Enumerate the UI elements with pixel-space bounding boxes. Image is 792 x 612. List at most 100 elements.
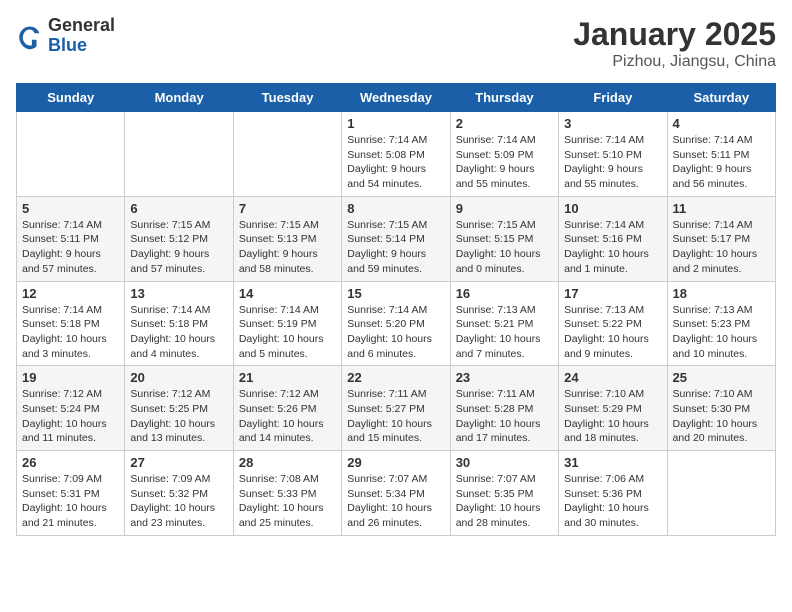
day-cell: 27 Sunrise: 7:09 AM Sunset: 5:32 PM Dayli… — [125, 451, 233, 536]
day-cell: 3 Sunrise: 7:14 AM Sunset: 5:10 PM Daylig… — [559, 112, 667, 197]
day-number: 29 — [347, 455, 444, 470]
day-number: 27 — [130, 455, 227, 470]
day-info: Sunrise: 7:12 AM Sunset: 5:25 PM Dayligh… — [130, 387, 227, 446]
calendar-title: January 2025 — [573, 16, 776, 53]
day-info: Sunrise: 7:15 AM Sunset: 5:13 PM Dayligh… — [239, 218, 336, 277]
day-cell: 25 Sunrise: 7:10 AM Sunset: 5:30 PM Dayli… — [667, 366, 775, 451]
week-row-0: 1 Sunrise: 7:14 AM Sunset: 5:08 PM Daylig… — [17, 112, 776, 197]
day-info: Sunrise: 7:08 AM Sunset: 5:33 PM Dayligh… — [239, 472, 336, 531]
day-number: 4 — [673, 116, 770, 131]
day-number: 18 — [673, 286, 770, 301]
day-number: 16 — [456, 286, 553, 301]
day-info: Sunrise: 7:14 AM Sunset: 5:18 PM Dayligh… — [22, 303, 119, 362]
day-cell: 16 Sunrise: 7:13 AM Sunset: 5:21 PM Dayli… — [450, 281, 558, 366]
day-info: Sunrise: 7:14 AM Sunset: 5:16 PM Dayligh… — [564, 218, 661, 277]
header-row: SundayMondayTuesdayWednesdayThursdayFrid… — [17, 84, 776, 112]
header-monday: Monday — [125, 84, 233, 112]
day-cell: 26Sunrise: 7:09 AM Sunset: 5:31 PM Dayli… — [17, 451, 125, 536]
day-number: 3 — [564, 116, 661, 131]
day-info: Sunrise: 7:14 AM Sunset: 5:11 PM Dayligh… — [673, 133, 770, 192]
day-number: 2 — [456, 116, 553, 131]
day-info: Sunrise: 7:14 AM Sunset: 5:09 PM Dayligh… — [456, 133, 553, 192]
day-info: Sunrise: 7:07 AM Sunset: 5:34 PM Dayligh… — [347, 472, 444, 531]
week-row-1: 5Sunrise: 7:14 AM Sunset: 5:11 PM Daylig… — [17, 196, 776, 281]
day-cell: 2 Sunrise: 7:14 AM Sunset: 5:09 PM Daylig… — [450, 112, 558, 197]
day-number: 31 — [564, 455, 661, 470]
day-number: 14 — [239, 286, 336, 301]
day-cell — [17, 112, 125, 197]
calendar-subtitle: Pizhou, Jiangsu, China — [573, 53, 776, 71]
day-cell: 31Sunrise: 7:06 AM Sunset: 5:36 PM Dayli… — [559, 451, 667, 536]
day-number: 9 — [456, 201, 553, 216]
day-info: Sunrise: 7:14 AM Sunset: 5:19 PM Dayligh… — [239, 303, 336, 362]
logo-text: General Blue — [48, 16, 115, 56]
day-info: Sunrise: 7:11 AM Sunset: 5:28 PM Dayligh… — [456, 387, 553, 446]
day-number: 1 — [347, 116, 444, 131]
day-number: 26 — [22, 455, 119, 470]
day-info: Sunrise: 7:11 AM Sunset: 5:27 PM Dayligh… — [347, 387, 444, 446]
day-number: 25 — [673, 370, 770, 385]
day-cell: 13Sunrise: 7:14 AM Sunset: 5:18 PM Dayli… — [125, 281, 233, 366]
day-info: Sunrise: 7:12 AM Sunset: 5:26 PM Dayligh… — [239, 387, 336, 446]
day-number: 8 — [347, 201, 444, 216]
day-info: Sunrise: 7:07 AM Sunset: 5:35 PM Dayligh… — [456, 472, 553, 531]
day-cell: 5Sunrise: 7:14 AM Sunset: 5:11 PM Daylig… — [17, 196, 125, 281]
day-cell: 11 Sunrise: 7:14 AM Sunset: 5:17 PM Dayli… — [667, 196, 775, 281]
day-cell: 19 Sunrise: 7:12 AM Sunset: 5:24 PM Dayli… — [17, 366, 125, 451]
day-number: 5 — [22, 201, 119, 216]
day-number: 17 — [564, 286, 661, 301]
day-number: 15 — [347, 286, 444, 301]
logo-icon — [16, 22, 44, 50]
week-row-4: 26Sunrise: 7:09 AM Sunset: 5:31 PM Dayli… — [17, 451, 776, 536]
page-header: General Blue January 2025 Pizhou, Jiangs… — [16, 16, 776, 71]
day-cell: 14 Sunrise: 7:14 AM Sunset: 5:19 PM Dayli… — [233, 281, 341, 366]
day-info: Sunrise: 7:10 AM Sunset: 5:29 PM Dayligh… — [564, 387, 661, 446]
day-cell: 4 Sunrise: 7:14 AM Sunset: 5:11 PM Daylig… — [667, 112, 775, 197]
day-cell: 10Sunrise: 7:14 AM Sunset: 5:16 PM Dayli… — [559, 196, 667, 281]
week-row-2: 12 Sunrise: 7:14 AM Sunset: 5:18 PM Dayli… — [17, 281, 776, 366]
day-info: Sunrise: 7:14 AM Sunset: 5:08 PM Dayligh… — [347, 133, 444, 192]
day-cell: 7 Sunrise: 7:15 AM Sunset: 5:13 PM Daylig… — [233, 196, 341, 281]
day-info: Sunrise: 7:14 AM Sunset: 5:17 PM Dayligh… — [673, 218, 770, 277]
header-friday: Friday — [559, 84, 667, 112]
header-wednesday: Wednesday — [342, 84, 450, 112]
header-thursday: Thursday — [450, 84, 558, 112]
day-info: Sunrise: 7:15 AM Sunset: 5:14 PM Dayligh… — [347, 218, 444, 277]
day-cell — [125, 112, 233, 197]
day-info: Sunrise: 7:14 AM Sunset: 5:20 PM Dayligh… — [347, 303, 444, 362]
day-info: Sunrise: 7:12 AM Sunset: 5:24 PM Dayligh… — [22, 387, 119, 446]
day-cell: 21Sunrise: 7:12 AM Sunset: 5:26 PM Dayli… — [233, 366, 341, 451]
calendar-body: 1 Sunrise: 7:14 AM Sunset: 5:08 PM Daylig… — [17, 112, 776, 536]
day-cell: 30 Sunrise: 7:07 AM Sunset: 5:35 PM Dayli… — [450, 451, 558, 536]
day-info: Sunrise: 7:14 AM Sunset: 5:10 PM Dayligh… — [564, 133, 661, 192]
day-info: Sunrise: 7:10 AM Sunset: 5:30 PM Dayligh… — [673, 387, 770, 446]
day-cell: 9 Sunrise: 7:15 AM Sunset: 5:15 PM Daylig… — [450, 196, 558, 281]
day-number: 20 — [130, 370, 227, 385]
day-number: 12 — [22, 286, 119, 301]
day-number: 22 — [347, 370, 444, 385]
day-number: 19 — [22, 370, 119, 385]
calendar-table: SundayMondayTuesdayWednesdayThursdayFrid… — [16, 83, 776, 536]
day-number: 6 — [130, 201, 227, 216]
day-cell: 24Sunrise: 7:10 AM Sunset: 5:29 PM Dayli… — [559, 366, 667, 451]
day-info: Sunrise: 7:15 AM Sunset: 5:12 PM Dayligh… — [130, 218, 227, 277]
header-tuesday: Tuesday — [233, 84, 341, 112]
day-cell: 6 Sunrise: 7:15 AM Sunset: 5:12 PM Daylig… — [125, 196, 233, 281]
day-number: 23 — [456, 370, 553, 385]
calendar-header: SundayMondayTuesdayWednesdayThursdayFrid… — [17, 84, 776, 112]
title-area: January 2025 Pizhou, Jiangsu, China — [573, 16, 776, 71]
week-row-3: 19 Sunrise: 7:12 AM Sunset: 5:24 PM Dayli… — [17, 366, 776, 451]
day-cell: 8 Sunrise: 7:15 AM Sunset: 5:14 PM Daylig… — [342, 196, 450, 281]
day-cell — [667, 451, 775, 536]
day-number: 11 — [673, 201, 770, 216]
day-cell: 17Sunrise: 7:13 AM Sunset: 5:22 PM Dayli… — [559, 281, 667, 366]
day-number: 30 — [456, 455, 553, 470]
day-info: Sunrise: 7:13 AM Sunset: 5:23 PM Dayligh… — [673, 303, 770, 362]
day-cell: 12 Sunrise: 7:14 AM Sunset: 5:18 PM Dayli… — [17, 281, 125, 366]
day-cell: 29 Sunrise: 7:07 AM Sunset: 5:34 PM Dayli… — [342, 451, 450, 536]
day-info: Sunrise: 7:09 AM Sunset: 5:32 PM Dayligh… — [130, 472, 227, 531]
day-number: 7 — [239, 201, 336, 216]
day-info: Sunrise: 7:15 AM Sunset: 5:15 PM Dayligh… — [456, 218, 553, 277]
day-info: Sunrise: 7:13 AM Sunset: 5:21 PM Dayligh… — [456, 303, 553, 362]
day-number: 28 — [239, 455, 336, 470]
